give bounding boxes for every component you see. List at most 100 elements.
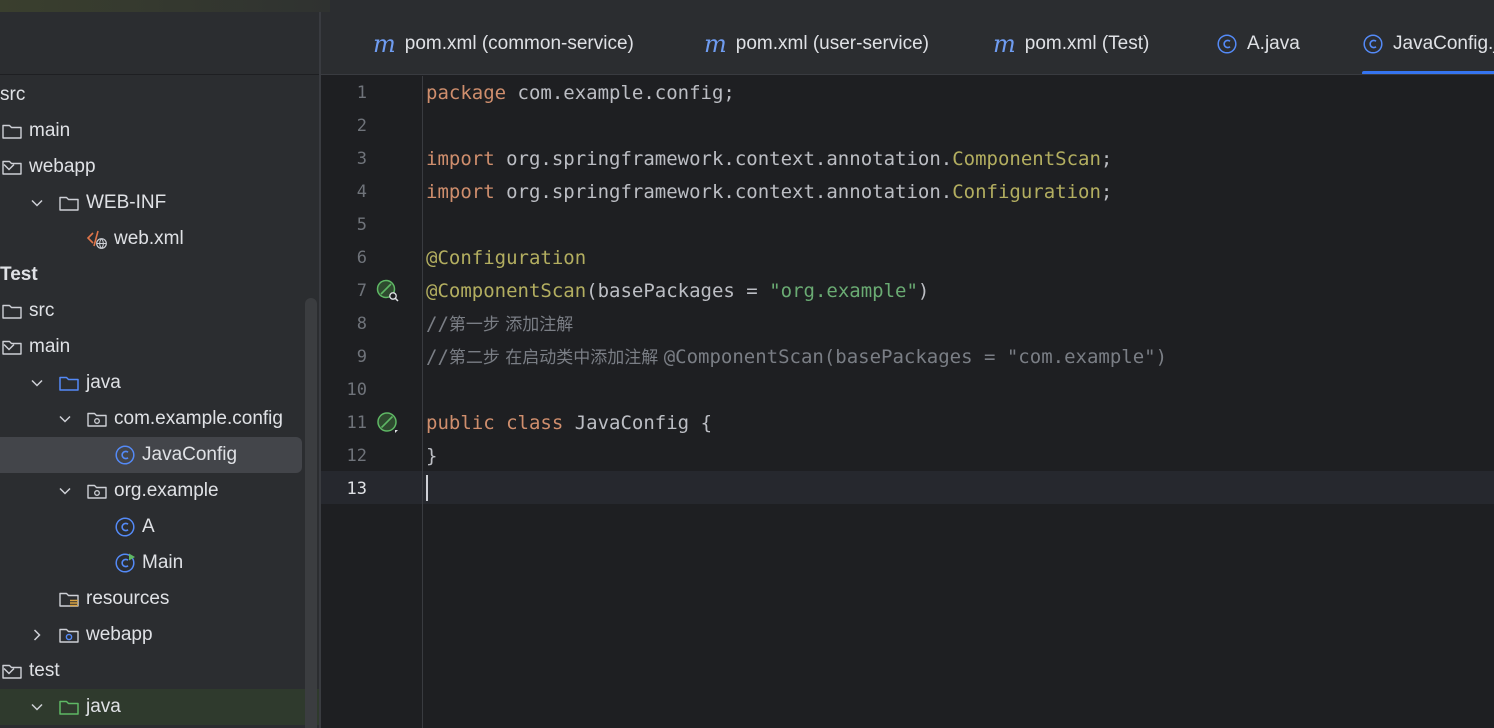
code-line[interactable]: //第一步 添加注解	[426, 308, 573, 341]
editor-tab-bar: m pom.xml (common-service) m pom.xml (user-…	[321, 12, 1494, 75]
folder-icon	[1, 156, 23, 178]
package-icon	[86, 480, 108, 502]
chevron-down-icon[interactable]	[30, 196, 44, 210]
tree-item-main[interactable]: main	[0, 329, 302, 365]
line-number[interactable]: 1	[321, 77, 367, 110]
tree-item-label: web.xml	[114, 228, 184, 249]
tree-item-label: Main	[142, 552, 184, 573]
code-token: JavaConfig {	[563, 412, 713, 434]
tree-item-src[interactable]: src	[0, 77, 302, 113]
code-line[interactable]: //第二步 在启动类中添加注解 @ComponentScan(basePacka…	[426, 341, 1167, 374]
code-token: //	[426, 313, 449, 335]
line-number[interactable]: 9	[321, 341, 367, 374]
tree-item-a[interactable]: A	[0, 509, 302, 545]
chevron-down-icon[interactable]	[30, 700, 44, 714]
code-token: )	[917, 280, 930, 302]
tree-item-label: JavaConfig	[142, 444, 238, 465]
maven-icon: m	[993, 29, 1016, 58]
code-line[interactable]: }	[426, 440, 437, 473]
code-line[interactable]: import org.springframework.context.annot…	[426, 176, 1112, 209]
tree-item-label: main	[29, 120, 71, 141]
tree-item-java[interactable]: java	[0, 689, 319, 725]
tab-pom-xml-test[interactable]: m pom.xml (Test)	[993, 12, 1150, 74]
tab-label: pom.xml (user-service)	[735, 32, 929, 54]
tree-item-label: Test	[0, 264, 38, 285]
tree-item-webapp[interactable]: webapp	[0, 149, 302, 185]
code-token: import	[426, 148, 495, 170]
tab-label: pom.xml (common-service)	[404, 32, 634, 54]
folder-icon	[1, 336, 23, 358]
class-icon	[1216, 33, 1238, 55]
tree-item-webapp[interactable]: webapp	[0, 617, 302, 653]
tree-item-web-xml[interactable]: web.xml	[0, 221, 302, 257]
tree-item-label: webapp	[29, 156, 96, 177]
tab-javaconfig-java[interactable]: JavaConfig.java	[1362, 12, 1494, 74]
line-number[interactable]: 5	[321, 209, 367, 242]
tree-item-resources[interactable]: resources	[0, 581, 302, 617]
tree-item-src[interactable]: src	[0, 293, 302, 329]
code-token: 第二步 在启动类中添加注解	[448, 348, 664, 368]
project-tool-window: src main webapp WEB-INF web.xml Test src main ja…	[0, 12, 319, 728]
tree-item-label: A	[142, 516, 155, 537]
tab-label: pom.xml (Test)	[1024, 32, 1150, 54]
line-number[interactable]: 4	[321, 176, 367, 209]
line-number[interactable]: 11	[321, 407, 367, 440]
tree-item-org-example[interactable]: org.example	[0, 473, 302, 509]
project-panel-header	[0, 12, 319, 75]
tree-item-label: org.example	[114, 480, 219, 501]
code-token: ;	[1100, 181, 1113, 203]
code-token: Configuration	[952, 181, 1101, 203]
line-number[interactable]: 3	[321, 143, 367, 176]
line-number[interactable]: 2	[321, 110, 367, 143]
code-token: @ComponentScan	[426, 280, 587, 302]
chevron-down-icon[interactable]	[58, 412, 72, 426]
maven-icon: m	[373, 29, 396, 58]
code-token: class	[506, 412, 564, 434]
tree-item-java[interactable]: java	[0, 365, 302, 401]
chevron-right-icon[interactable]	[30, 628, 44, 642]
folder-icon	[1, 660, 23, 682]
folder-icon	[1, 300, 23, 322]
chevron-down-icon[interactable]	[30, 376, 44, 390]
tree-item-main[interactable]: main	[0, 113, 302, 149]
tree-item-label: java	[86, 696, 121, 717]
tree-item-com-example-config[interactable]: com.example.config	[0, 401, 302, 437]
code-editor[interactable]: 1 package com.example.config; 2 3 import org…	[321, 76, 1494, 728]
code-line[interactable]: package com.example.config;	[426, 77, 735, 110]
code-token: (basePackages =	[586, 280, 770, 302]
bean-search-icon[interactable]	[375, 278, 401, 304]
chevron-down-icon[interactable]	[58, 484, 72, 498]
package-icon	[86, 408, 108, 430]
text-cursor	[426, 475, 428, 501]
code-line[interactable]: @Configuration	[426, 242, 586, 275]
line-number[interactable]: 12	[321, 440, 367, 473]
resources-folder-icon	[58, 588, 80, 610]
code-line[interactable]: @ComponentScan(basePackages = "org.examp…	[426, 275, 929, 308]
folder-icon	[58, 192, 80, 214]
tree-item-javaconfig[interactable]: JavaConfig	[0, 437, 302, 473]
code-token: }	[426, 445, 438, 467]
tree-item-label: resources	[86, 588, 170, 609]
bean-icon[interactable]	[375, 410, 401, 436]
code-token: package	[426, 82, 507, 104]
runnable-class-icon	[114, 552, 136, 574]
folder-icon	[1, 120, 23, 142]
code-line[interactable]: import org.springframework.context.annot…	[426, 143, 1112, 176]
tree-item-label: src	[0, 84, 26, 105]
line-number[interactable]: 6	[321, 242, 367, 275]
line-number[interactable]: 8	[321, 308, 367, 341]
tree-item-web-inf[interactable]: WEB-INF	[0, 185, 302, 221]
tab-a-java[interactable]: A.java	[1216, 12, 1300, 74]
line-number[interactable]: 13	[321, 473, 367, 506]
tab-pom-xml-user-service[interactable]: m pom.xml (user-service)	[704, 12, 929, 74]
line-number[interactable]: 7	[321, 275, 367, 308]
code-token: ComponentScan	[952, 148, 1101, 170]
tab-pom-xml-common-service[interactable]: m pom.xml (common-service)	[373, 12, 634, 74]
code-line[interactable]: public class JavaConfig {	[426, 407, 712, 440]
web-folder-icon	[58, 624, 80, 646]
tree-item-main[interactable]: Main	[0, 545, 302, 581]
line-number[interactable]: 10	[321, 374, 367, 407]
tree-item-test[interactable]: Test	[0, 257, 302, 293]
project-scrollbar[interactable]	[305, 298, 317, 728]
tree-item-test[interactable]: test	[0, 653, 302, 689]
